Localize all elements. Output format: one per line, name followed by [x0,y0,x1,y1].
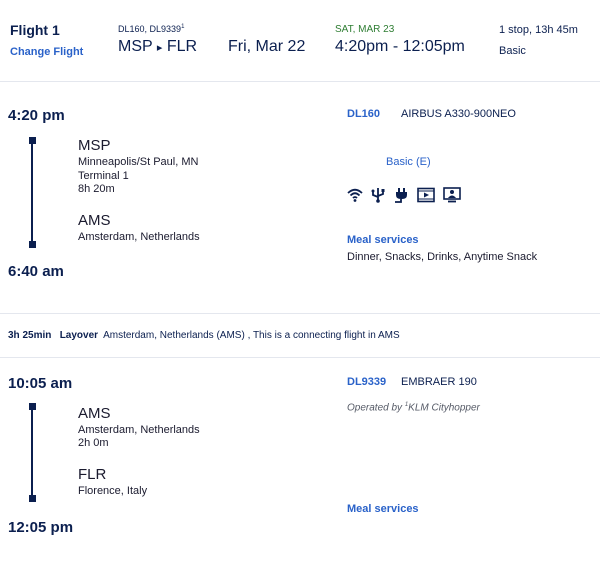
arrive-date: SAT, MAR 23 [335,24,395,35]
operated-prefix: Operated by [347,402,405,414]
segment1-from-city: Minneapolis/St Paul, MN [78,156,199,168]
fare-class: Basic [499,45,526,57]
segment2-flight-number[interactable]: DL9339 [347,376,386,388]
segment1-timeline [31,140,33,244]
flight-numbers-footnote: 1 [181,24,185,30]
layover-divider-top [0,313,600,314]
segment1-aircraft: AIRBUS A330-900NEO [401,108,516,120]
operated-carrier: KLM Cityhopper [408,402,480,414]
segment1-to-city: Amsterdam, Netherlands [78,231,200,243]
segment2-to-code: FLR [78,466,107,483]
segment2-to-city: Florence, Italy [78,485,148,497]
segment2-operated-by: Operated by 1KLM Cityhopper [347,402,480,413]
route-origin: MSP [118,38,153,55]
segment1-cabin: Basic (E) [386,156,431,168]
wifi-icon [347,188,363,202]
power-icon [394,187,407,203]
segment1-duration: 8h 20m [78,183,115,195]
segment1-to-code: AMS [78,212,111,229]
segment1-amenities [347,186,464,204]
header-divider [0,81,600,82]
layover-divider-bottom [0,357,600,358]
segment1-terminal: Terminal 1 [78,170,129,182]
segment2-aircraft: EMBRAER 190 [401,376,477,388]
usb-icon [371,187,385,203]
segment2-depart-time: 10:05 am [8,375,73,392]
flight-numbers: DL160, DL93391 [118,24,184,34]
segment2-timeline [31,406,33,498]
segment2-duration: 2h 0m [78,437,109,449]
seatback-screen-icon [443,186,461,203]
segment1-depart-time: 4:20 pm [8,107,65,124]
segment2-arrive-time: 12:05 pm [8,519,74,536]
layover-label: Layover [59,330,99,341]
video-icon [417,187,436,203]
change-flight-link[interactable]: Change Flight [10,46,83,58]
segment1-timeline-end [29,241,36,248]
flight-label: Flight 1 [10,22,60,38]
layover-duration: 3h 25min [8,330,52,341]
segment1-from-code: MSP [78,137,111,154]
segment2-from-code: AMS [78,405,111,422]
segment2-meal-label: Meal services [347,503,419,515]
segment1-meal-label: Meal services [347,234,419,246]
stops-duration: 1 stop, 13h 45m [499,24,578,36]
segment1-meals: Dinner, Snacks, Drinks, Anytime Snack [347,251,538,263]
segment1-arrive-time: 6:40 am [8,263,64,280]
segment2-from-city: Amsterdam, Netherlands [78,424,200,436]
layover-text: Amsterdam, Netherlands (AMS) , This is a… [103,330,400,341]
flight-numbers-text: DL160, DL9339 [118,24,182,34]
route-destination: FLR [166,38,198,55]
route-arrow-icon: ▸ [156,42,163,54]
layover-row: 3h 25min Layover Amsterdam, Netherlands … [8,330,400,341]
time-range: 4:20pm - 12:05pm [335,38,465,55]
segment1-flight-number[interactable]: DL160 [347,108,380,120]
route: MSP ▸ FLR [118,38,197,56]
depart-date: Fri, Mar 22 [228,38,306,55]
segment2-timeline-end [29,495,36,502]
